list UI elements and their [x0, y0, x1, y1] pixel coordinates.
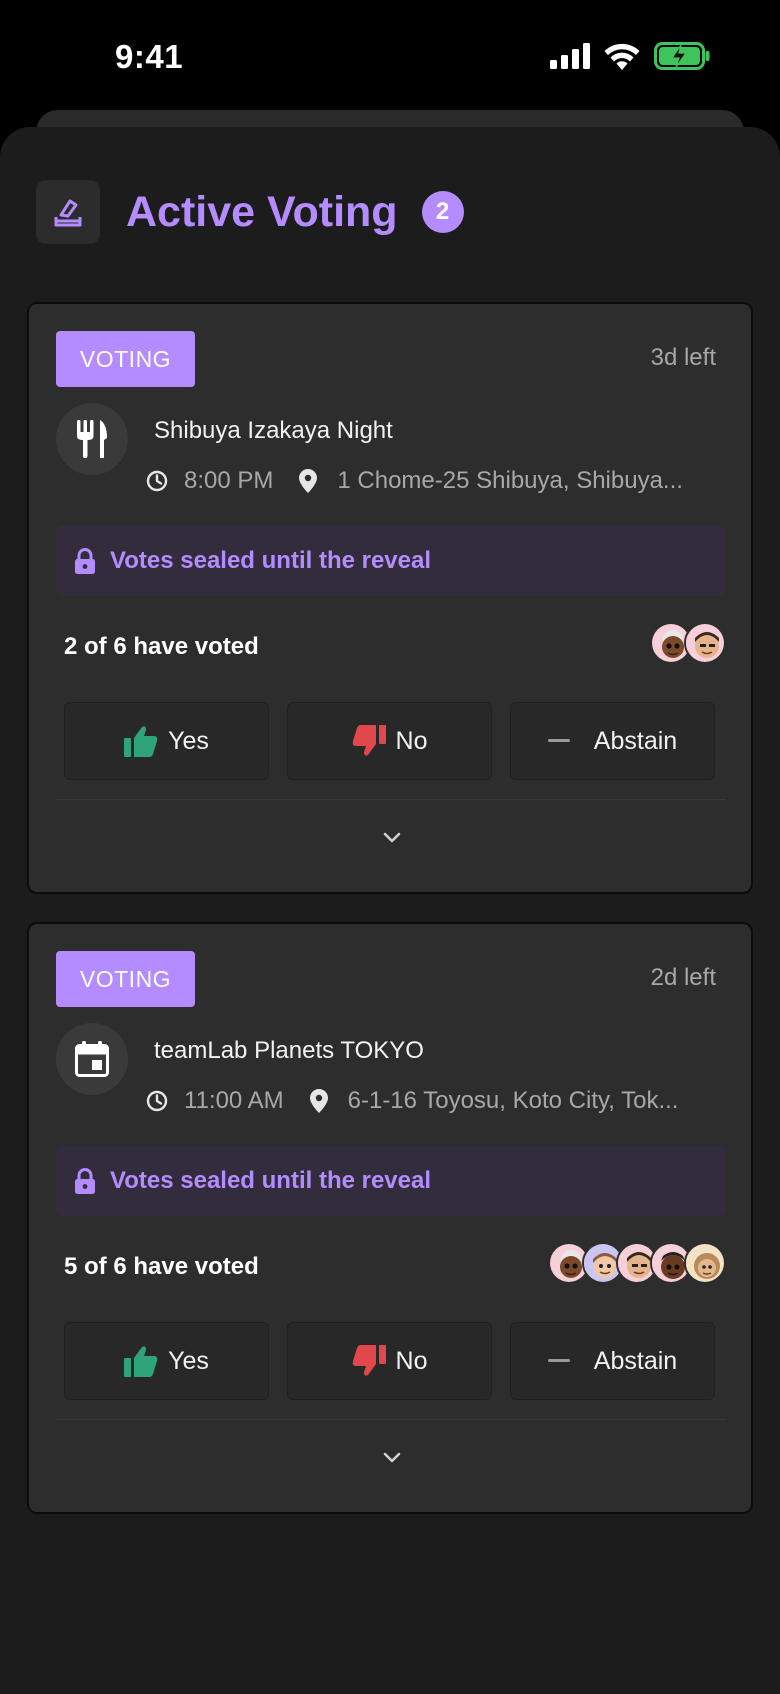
status-badge: VOTING [56, 951, 195, 1007]
vote-buttons: Yes No Abstain [64, 1322, 715, 1400]
vote-buttons: Yes No Abstain [64, 702, 715, 780]
voting-sheet: Active Voting 2 VOTING 3d left Shibuya I… [0, 127, 780, 1694]
thumbs-down-icon [352, 1345, 386, 1376]
voter-avatars [650, 622, 726, 664]
minus-icon [547, 739, 570, 742]
voted-count: 5 of 6 have voted [64, 1253, 259, 1280]
voter-avatars [548, 1242, 726, 1284]
event-title: Shibuya Izakaya Night [154, 417, 393, 444]
avatar [684, 622, 726, 664]
sealed-notice: Votes sealed until the reveal [56, 526, 726, 596]
expand-button[interactable] [372, 1442, 412, 1472]
lock-icon [75, 1168, 95, 1194]
calendar-icon [56, 1023, 128, 1095]
avatar [684, 1242, 726, 1284]
vote-yes-label: Yes [168, 726, 209, 755]
status-time: 9:41 [115, 38, 184, 75]
signal-icon [550, 43, 590, 69]
event-meta: 11:00 AM 6-1-16 Toyosu, Koto City, Tok..… [146, 1087, 678, 1115]
thumbs-up-icon [124, 726, 158, 757]
event-location: 1 Chome-25 Shibuya, Shibuya... [337, 467, 683, 494]
divider [56, 1419, 726, 1420]
sealed-notice: Votes sealed until the reveal [56, 1146, 726, 1216]
divider [56, 799, 726, 800]
vote-abstain-label: Abstain [593, 726, 678, 755]
event-location: 6-1-16 Toyosu, Koto City, Tok... [347, 1087, 679, 1114]
utensils-icon [56, 403, 128, 475]
vote-no-label: No [395, 726, 428, 755]
vote-abstain-button[interactable]: Abstain [510, 702, 715, 780]
vote-yes-label: Yes [168, 1346, 209, 1375]
voting-card: VOTING 3d left Shibuya Izakaya Night 8:0… [27, 302, 753, 894]
thumbs-up-icon [124, 1346, 158, 1377]
vote-no-button[interactable]: No [287, 702, 492, 780]
vote-abstain-label: Abstain [593, 1346, 678, 1375]
vote-no-button[interactable]: No [287, 1322, 492, 1400]
status-icons [550, 42, 710, 70]
chevron-down-icon [383, 1452, 401, 1462]
vote-yes-button[interactable]: Yes [64, 1322, 269, 1400]
header: Active Voting 2 [36, 180, 464, 244]
thumbs-down-icon [352, 725, 386, 756]
time-left: 3d left [650, 344, 716, 371]
lock-icon [75, 548, 95, 574]
location-pin-icon [309, 1089, 328, 1113]
minus-icon [547, 1359, 570, 1362]
ballot-box-icon [36, 180, 100, 244]
vote-yes-button[interactable]: Yes [64, 702, 269, 780]
page-title: Active Voting [126, 187, 398, 236]
expand-button[interactable] [372, 822, 412, 852]
chevron-down-icon [383, 832, 401, 842]
sealed-text: Votes sealed until the reveal [110, 1167, 432, 1194]
count-badge: 2 [421, 191, 464, 233]
event-title: teamLab Planets TOKYO [154, 1037, 424, 1064]
voting-card: VOTING 2d left teamLab Planets TOKYO 11:… [27, 922, 753, 1514]
clock-icon [146, 470, 168, 492]
wifi-icon [604, 43, 640, 70]
event-time: 8:00 PM [184, 467, 274, 494]
voted-count: 2 of 6 have voted [64, 633, 259, 660]
location-pin-icon [299, 469, 318, 493]
vote-abstain-button[interactable]: Abstain [510, 1322, 715, 1400]
status-bar: 9:41 [0, 0, 780, 110]
vote-no-label: No [395, 1346, 428, 1375]
event-meta: 8:00 PM 1 Chome-25 Shibuya, Shibuya... [146, 467, 683, 495]
battery-charging-icon [654, 42, 710, 70]
event-time: 11:00 AM [184, 1087, 284, 1114]
clock-icon [146, 1090, 168, 1112]
time-left: 2d left [650, 964, 716, 991]
sealed-text: Votes sealed until the reveal [110, 547, 432, 574]
status-badge: VOTING [56, 331, 195, 387]
